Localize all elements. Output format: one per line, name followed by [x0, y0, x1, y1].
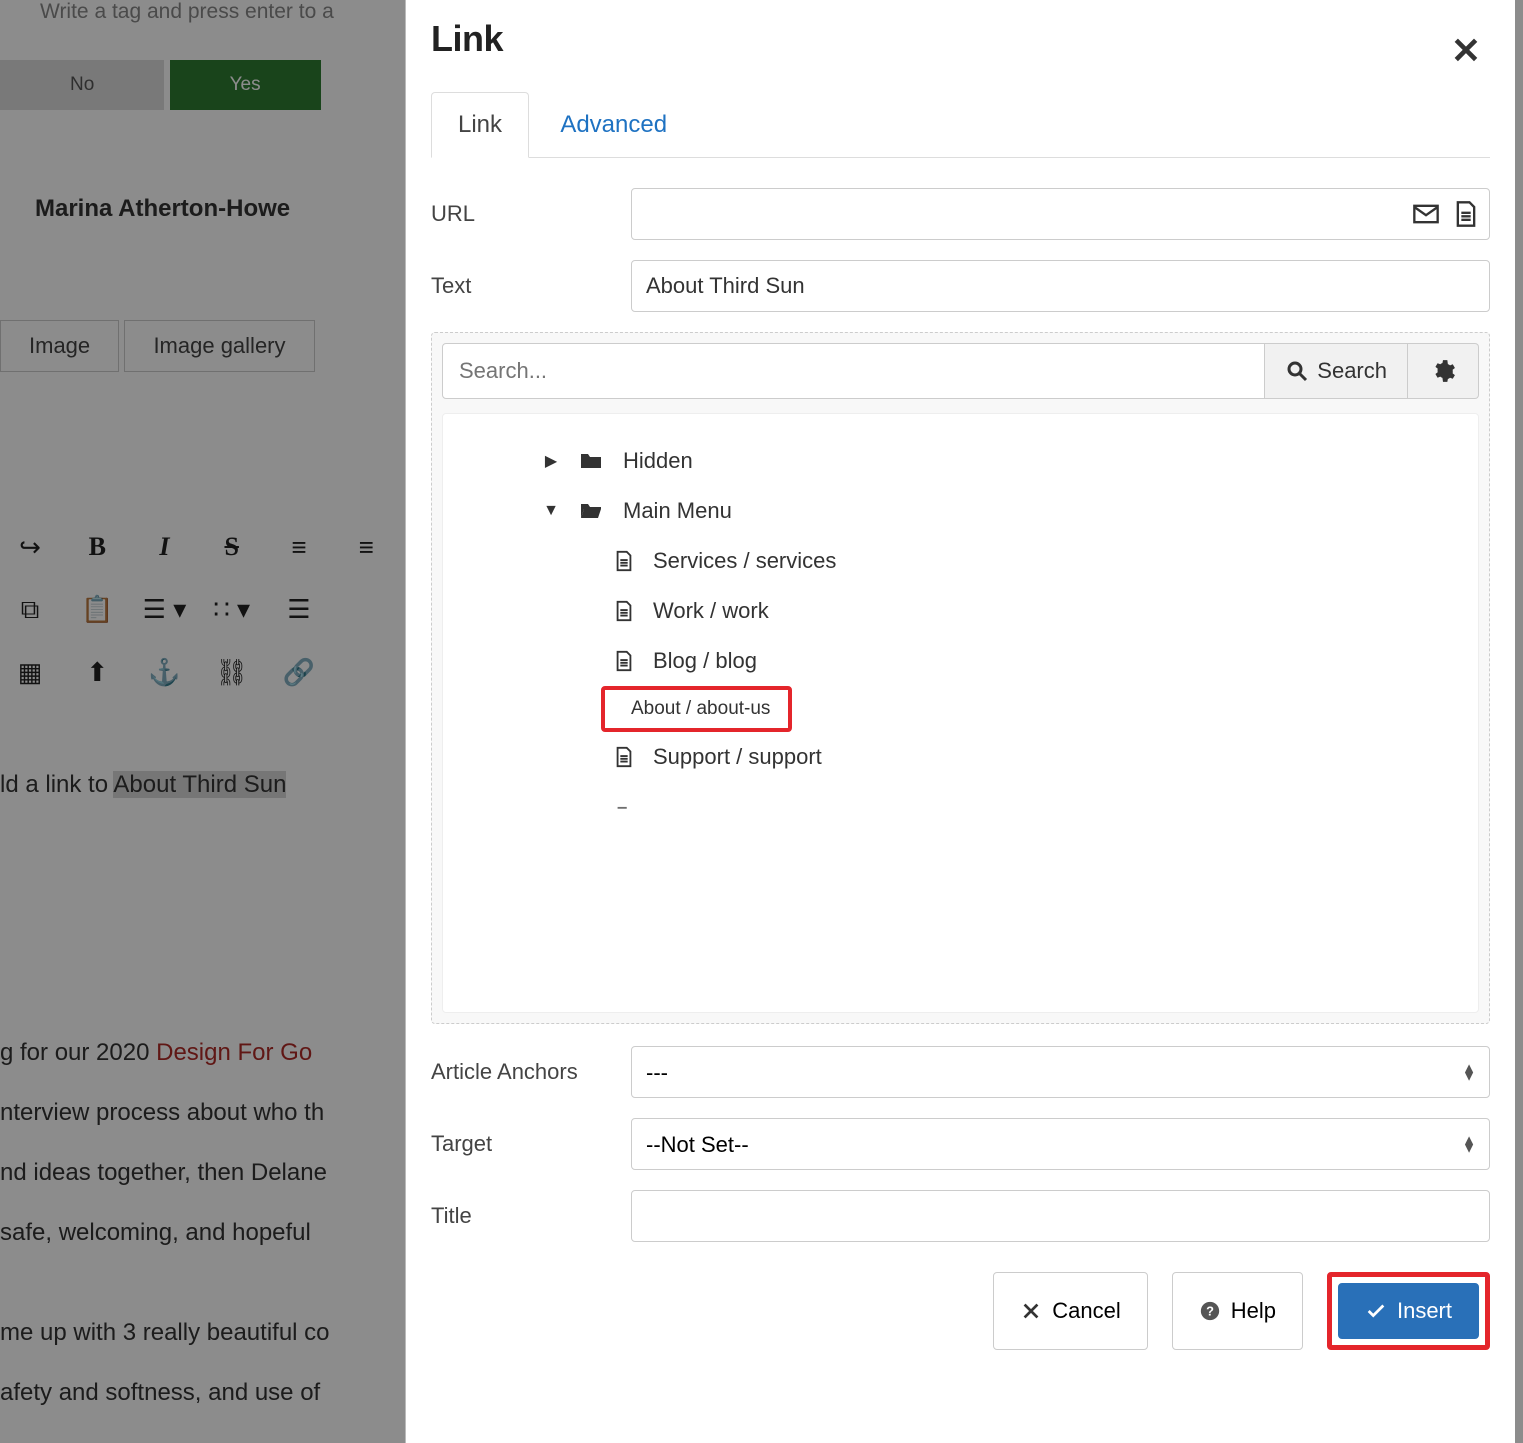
paste-icon[interactable]: 📋: [67, 594, 127, 625]
redo-icon[interactable]: ↪: [0, 532, 60, 563]
page-icon: [613, 648, 635, 674]
url-input[interactable]: [631, 188, 1490, 240]
link-modal: Link ✕ Link Advanced URL Text: [405, 0, 1515, 1443]
readmore-icon[interactable]: ▦: [0, 657, 60, 688]
cancel-button[interactable]: Cancel: [993, 1272, 1147, 1350]
tree-label: About / about-us: [631, 698, 770, 720]
strike-icon[interactable]: S: [202, 532, 262, 562]
selected-text: About Third Sun: [113, 771, 286, 798]
anchor-icon[interactable]: ⚓: [134, 657, 194, 688]
page-icon: [613, 548, 635, 574]
content-line-2: g for our 2020 Design For Go: [0, 1030, 312, 1076]
no-button[interactable]: No: [0, 60, 164, 110]
tree-label: Hidden: [623, 448, 693, 474]
target-select[interactable]: --Not Set--: [631, 1118, 1490, 1170]
link-icon[interactable]: 🔗: [269, 657, 329, 688]
chevron-right-icon[interactable]: ▶: [543, 451, 559, 471]
page-tree: ▶ Hidden ▼ Main Menu Services / services…: [442, 413, 1479, 1013]
insert-button[interactable]: Insert: [1338, 1283, 1479, 1339]
help-label: Help: [1231, 1298, 1276, 1324]
upload-icon[interactable]: ⬆: [67, 657, 127, 688]
article-anchors-label: Article Anchors: [431, 1059, 611, 1085]
article-anchors-select[interactable]: ---: [631, 1046, 1490, 1098]
chevron-updown-icon: [1462, 1136, 1476, 1153]
content-line-6: me up with 3 really beautiful co: [0, 1310, 330, 1356]
text-input[interactable]: [631, 260, 1490, 312]
page-icon: [613, 598, 635, 624]
title-label: Title: [431, 1203, 611, 1229]
tab-image[interactable]: Image: [0, 320, 119, 372]
help-button[interactable]: ? Help: [1172, 1272, 1303, 1350]
tag-input-placeholder[interactable]: Write a tag and press enter to a: [40, 0, 334, 24]
bullet-list-icon[interactable]: ∷ ▾: [202, 594, 262, 625]
insert-button-highlight: Insert: [1327, 1272, 1490, 1350]
modal-title: Link: [431, 18, 1490, 60]
tree-page-about-highlighted[interactable]: About / about-us: [601, 686, 792, 732]
svg-text:?: ?: [1206, 1304, 1214, 1319]
editor-toolbar: ↪ B I S ≡ ≡ ⧉ 📋 ☰ ▾ ∷ ▾ ☰ ▦ ⬆ ⚓ ⛓ 🔗: [0, 530, 396, 718]
content-line-4: nd ideas together, then Delane: [0, 1150, 327, 1196]
tab-link[interactable]: Link: [431, 92, 529, 158]
tree-page-blog[interactable]: Blog / blog: [453, 636, 1468, 686]
search-input[interactable]: [442, 343, 1265, 399]
tree-label: Services / services: [653, 548, 836, 574]
tree-folder-main[interactable]: ▼ Main Menu: [453, 486, 1468, 536]
cancel-label: Cancel: [1052, 1298, 1120, 1324]
tree-label: Blog / blog: [653, 648, 757, 674]
align-center-icon[interactable]: ≡: [336, 532, 396, 563]
chevron-down-icon[interactable]: ▼: [543, 502, 559, 520]
email-icon[interactable]: [1412, 200, 1440, 228]
tree-page-support[interactable]: Support / support: [453, 732, 1468, 782]
search-button-label: Search: [1317, 358, 1387, 384]
search-button[interactable]: Search: [1265, 343, 1408, 399]
align-left-icon[interactable]: ≡: [269, 532, 329, 563]
modal-tabs: Link Advanced: [431, 92, 1490, 158]
tab-image-gallery[interactable]: Image gallery: [124, 320, 314, 372]
numbered-list-icon[interactable]: ☰ ▾: [134, 594, 194, 625]
target-label: Target: [431, 1131, 611, 1157]
text-label: Text: [431, 273, 611, 299]
url-label: URL: [431, 201, 611, 227]
outdent-icon[interactable]: ☰: [269, 594, 329, 625]
tree-page-work[interactable]: Work / work: [453, 586, 1468, 636]
content-line-3: nterview process about who th: [0, 1090, 324, 1136]
bold-icon[interactable]: B: [67, 532, 127, 562]
yes-button[interactable]: Yes: [170, 60, 321, 110]
chevron-updown-icon: [1462, 1064, 1476, 1081]
tree-label: Support / support: [653, 744, 822, 770]
content-line-1: ld a link to About Third Sun: [0, 762, 286, 808]
content-line-5: safe, welcoming, and hopeful: [0, 1210, 311, 1256]
settings-button[interactable]: [1408, 343, 1479, 399]
folder-icon: [577, 449, 605, 473]
tab-advanced[interactable]: Advanced: [534, 93, 693, 157]
folder-open-icon: [577, 499, 605, 523]
italic-icon[interactable]: I: [134, 532, 194, 562]
page-icon: [613, 804, 635, 830]
unlink-icon[interactable]: ⛓: [202, 657, 262, 688]
tree-page-more[interactable]: [453, 782, 1468, 832]
insert-label: Insert: [1397, 1298, 1452, 1324]
close-icon[interactable]: ✕: [1451, 30, 1481, 72]
tree-label: Main Menu: [623, 498, 732, 524]
title-input[interactable]: [631, 1190, 1490, 1242]
page-icon[interactable]: [1452, 200, 1480, 228]
page-icon: [613, 744, 635, 770]
tree-page-services[interactable]: Services / services: [453, 536, 1468, 586]
tree-label: Work / work: [653, 598, 769, 624]
author-name: Marina Atherton-Howe: [35, 195, 290, 223]
content-browser: Search ▶ Hidden ▼ Main Menu: [431, 332, 1490, 1024]
tree-folder-hidden[interactable]: ▶ Hidden: [453, 436, 1468, 486]
copy-icon[interactable]: ⧉: [0, 594, 60, 626]
content-line-7: afety and softness, and use of: [0, 1370, 320, 1416]
